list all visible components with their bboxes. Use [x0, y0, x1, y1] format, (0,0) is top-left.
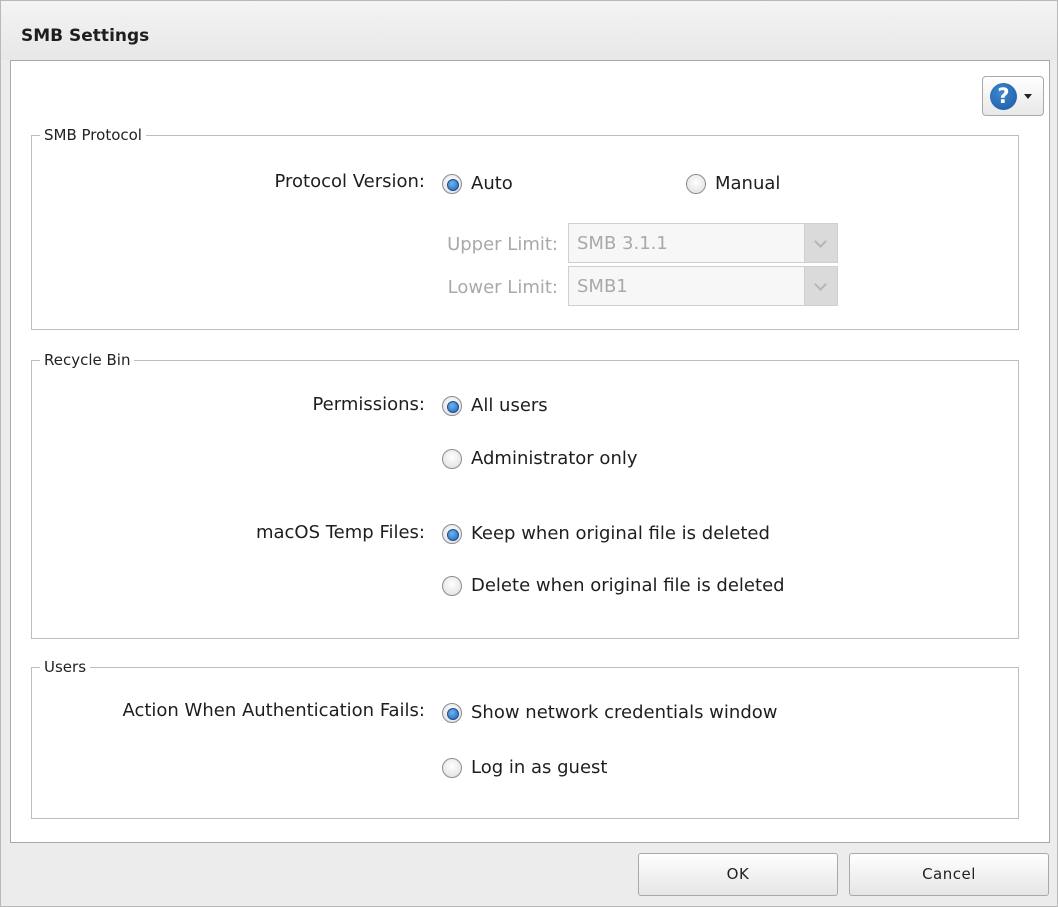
upper-limit-select[interactable]: SMB 3.1.1: [568, 223, 838, 263]
protocol-manual-label: Manual: [715, 173, 781, 194]
permissions-admin-only-radio[interactable]: Administrator only: [442, 448, 638, 469]
chevron-down-icon: [804, 224, 837, 262]
macos-keep-label: Keep when original file is deleted: [471, 523, 770, 544]
auth-guest-radio[interactable]: Log in as guest: [442, 757, 607, 778]
upper-limit-label: Upper Limit:: [447, 234, 558, 255]
dialog-title: SMB Settings: [21, 26, 150, 46]
permissions-admin-only-label: Administrator only: [471, 448, 638, 469]
permissions-all-users-radio[interactable]: All users: [442, 395, 548, 416]
protocol-manual-radio[interactable]: Manual: [686, 173, 780, 194]
macos-temp-files-label: macOS Temp Files:: [255, 522, 425, 543]
upper-limit-value: SMB 3.1.1: [577, 233, 668, 254]
radio-selected-icon: [442, 523, 462, 544]
lower-limit-select[interactable]: SMB1: [568, 266, 838, 306]
auth-show-window-label: Show network credentials window: [471, 702, 778, 723]
lower-limit-value: SMB1: [577, 276, 628, 297]
permissions-all-users-label: All users: [471, 395, 548, 416]
help-button[interactable]: ?: [982, 76, 1044, 116]
recycle-bin-legend: Recycle Bin: [40, 351, 135, 369]
ok-button[interactable]: OK: [638, 853, 838, 896]
chevron-down-icon: [1024, 94, 1032, 99]
permissions-label: Permissions:: [312, 394, 425, 415]
dialog-titlebar: SMB Settings: [1, 1, 1057, 60]
smb-protocol-group: SMB Protocol: [31, 126, 1019, 330]
chevron-down-icon: [804, 267, 837, 305]
protocol-auto-radio[interactable]: Auto: [442, 173, 513, 194]
auth-fail-label: Action When Authentication Fails:: [122, 700, 425, 721]
radio-selected-icon: [442, 173, 462, 194]
macos-delete-radio[interactable]: Delete when original file is deleted: [442, 575, 785, 596]
auth-show-window-radio[interactable]: Show network credentials window: [442, 702, 777, 723]
users-legend: Users: [40, 658, 91, 676]
radio-unselected-icon: [686, 173, 706, 194]
macos-keep-radio[interactable]: Keep when original file is deleted: [442, 523, 770, 544]
protocol-auto-label: Auto: [471, 173, 513, 194]
radio-selected-icon: [442, 702, 462, 723]
users-group: Users: [31, 658, 1019, 819]
cancel-button[interactable]: Cancel: [849, 853, 1049, 896]
macos-delete-label: Delete when original file is deleted: [471, 575, 785, 596]
lower-limit-label: Lower Limit:: [447, 277, 558, 298]
radio-selected-icon: [442, 395, 462, 416]
help-icon: ?: [990, 83, 1017, 110]
smb-settings-dialog: SMB Settings ? SMB Protocol Protocol Ver…: [0, 0, 1058, 907]
radio-unselected-icon: [442, 757, 462, 778]
smb-protocol-legend: SMB Protocol: [40, 126, 146, 144]
auth-guest-label: Log in as guest: [471, 757, 608, 778]
protocol-version-label: Protocol Version:: [274, 171, 425, 192]
radio-unselected-icon: [442, 448, 462, 469]
radio-unselected-icon: [442, 575, 462, 596]
